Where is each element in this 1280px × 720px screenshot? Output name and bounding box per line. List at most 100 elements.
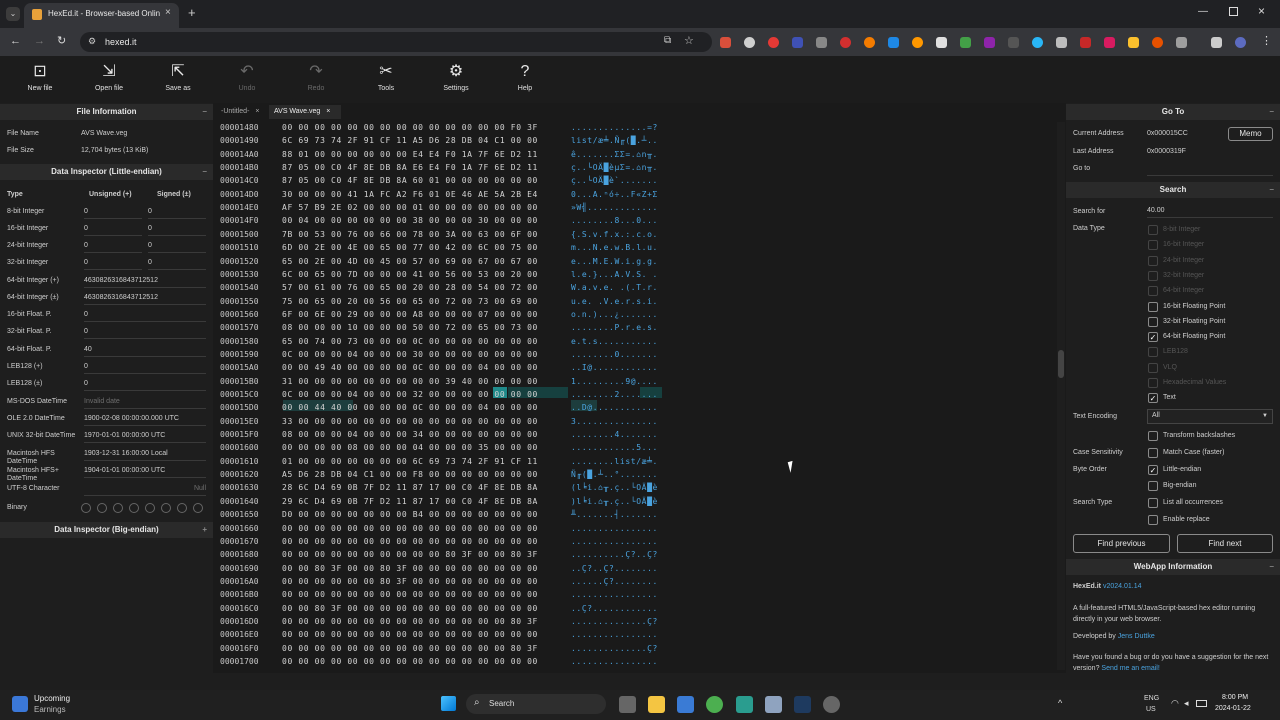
ascii-column[interactable]: l.e.}...A.V.S. . [571,270,658,283]
data-type-checkbox[interactable] [1148,362,1158,373]
forward-icon[interactable]: → [34,35,45,47]
hex-bytes[interactable]: 6D 00 2E 00 4E 00 65 00 77 00 42 00 6C 0… [282,243,538,252]
binary-bit-toggle[interactable] [129,503,139,513]
hex-row[interactable]: 000015D0 00 00 44 40 00 00 00 00 0C 00 00… [220,403,538,416]
app-icon[interactable] [736,696,753,713]
tab-close-icon[interactable]: × [255,108,259,115]
inspector-value-field[interactable]: 0 [84,361,206,374]
ascii-column[interactable]: 0...A.ⁿó÷..F«Z+Σ [571,190,658,203]
extension-icon[interactable] [1008,37,1019,48]
hex-row[interactable]: 00001610 01 00 00 00 00 00 00 00 6C 69 73… [220,457,538,470]
inspector-unsigned-field[interactable]: 0 [84,240,142,253]
inspector-value-field[interactable]: 1900-02-08 00:00:00.000 UTC [84,413,206,426]
data-type-checkbox[interactable] [1148,286,1158,297]
tab-close-icon[interactable]: × [326,108,330,115]
hex-row[interactable]: 00001600 00 00 00 00 08 00 00 00 04 00 00… [220,443,538,456]
hex-bytes[interactable]: 6C 00 65 00 7D 00 00 00 41 00 56 00 53 0… [282,270,538,279]
hex-bytes[interactable]: 29 6C D4 69 0B 7F D2 11 87 17 00 C0 4F 8… [282,497,538,506]
hex-row[interactable]: 00001510 6D 00 2E 00 4E 00 65 00 77 00 42… [220,243,538,256]
ascii-column[interactable]: ......Ç?........ [571,577,658,590]
ascii-column[interactable]: ................ [571,590,658,603]
inspector-value-field[interactable]: 0 [84,326,206,339]
inspector-signed-field[interactable]: 0 [148,206,206,219]
hex-row[interactable]: 00001580 65 00 74 00 73 00 00 00 0C 00 00… [220,337,538,350]
big-endian-checkbox[interactable] [1148,481,1158,491]
ascii-column[interactable]: ..Ç?..Ç?........ [571,564,658,577]
ascii-column[interactable]: ........2....... [571,390,658,403]
hex-row[interactable]: 00001540 57 00 61 00 76 00 65 00 20 00 28… [220,283,538,296]
undo-button[interactable]: ↶ Undo [217,62,277,92]
hex-bytes[interactable]: 00 00 00 00 00 00 00 00 00 00 00 00 00 0… [282,617,538,626]
volume-icon[interactable]: ◂ [1184,698,1189,709]
hex-row[interactable]: 00001500 7B 00 53 00 76 00 66 00 78 00 3A… [220,230,538,243]
hex-row[interactable]: 000014B0 87 05 00 C0 4F 8E DB 8A E6 E4 F0… [220,163,538,176]
hex-bytes[interactable]: 01 00 00 00 00 00 00 00 6C 69 73 74 2F 9… [282,457,538,466]
close-window-icon[interactable]: × [1258,4,1265,18]
tray-chevron-icon[interactable]: ^ [1058,698,1062,708]
url-field[interactable]: ⚙ hexed.it ⧉ ☆ [80,32,712,52]
memo-button[interactable]: Memo [1228,127,1273,141]
ascii-column[interactable]: ..............Ç? [571,617,658,630]
extension-icon[interactable] [1032,37,1043,48]
goto-input[interactable] [1147,163,1273,176]
match-case-checkbox[interactable] [1148,448,1158,458]
site-info-icon[interactable]: ⚙ [88,36,96,47]
binary-bit-toggle[interactable] [161,503,171,513]
inspector-unsigned-field[interactable]: 0 [84,257,142,270]
extensions-puzzle-icon[interactable] [1176,37,1187,48]
data-type-checkbox[interactable]: ✓ [1148,393,1158,404]
task-view-icon[interactable] [619,696,636,713]
hex-bytes[interactable]: 6C 69 73 74 2F 91 CF 11 A5 D6 28 DB 04 C… [282,136,538,145]
hex-row[interactable]: 00001620 A5 D6 28 DB 04 C1 00 00 F8 00 00… [220,470,538,483]
data-type-checkbox[interactable] [1148,347,1158,358]
inspector-value-field[interactable]: 0 [84,378,206,391]
hex-row[interactable]: 00001680 00 00 00 00 00 00 00 00 00 00 80… [220,550,538,563]
settings-button[interactable]: ⚙ Settings [426,62,486,92]
hex-bytes[interactable]: 00 00 00 00 08 00 00 00 04 00 00 00 35 0… [282,443,538,452]
binary-bit-toggle[interactable] [145,503,155,513]
extension-icon[interactable] [1152,37,1163,48]
tab-untitled[interactable]: -Untitled- × [216,105,268,119]
hex-bytes[interactable]: 28 6C D4 69 0B 7F D2 11 87 17 00 C0 4F 8… [282,483,538,492]
hex-bytes[interactable]: 00 00 00 00 00 00 00 00 00 00 80 3F 00 0… [282,550,538,559]
hex-bytes[interactable]: 7B 00 53 00 76 00 66 00 78 00 3A 00 63 0… [282,230,538,239]
ascii-column[interactable]: ..I@............ [571,363,658,376]
hex-row[interactable]: 000014A0 88 01 00 00 00 00 00 00 E4 E4 F0… [220,150,538,163]
find-next-button[interactable]: Find next [1177,534,1273,553]
hex-row[interactable]: 000016D0 00 00 00 00 00 00 00 00 00 00 00… [220,617,538,630]
email-link[interactable]: Send me an email! [1101,665,1159,672]
ascii-column[interactable]: ........0....... [571,350,658,363]
inspector-value-field[interactable]: 40 [84,344,206,357]
inspector-unsigned-field[interactable]: 0 [84,223,142,236]
profile-avatar[interactable] [1235,37,1246,48]
inspector-value-field[interactable]: Invalid date [84,396,206,409]
hex-row[interactable]: 00001690 00 00 80 3F 00 00 80 3F 00 00 00… [220,564,538,577]
binary-bit-toggle[interactable] [177,503,187,513]
webapp-info-header[interactable]: WebApp Information – [1066,559,1280,575]
hex-row[interactable]: 00001520 65 00 2E 00 4D 00 45 00 57 00 69… [220,257,538,270]
ascii-column[interactable]: {.S.v.f.x.:.c.o. [571,230,658,243]
ascii-column[interactable]: )l╘i.⌂╥.ç..└OÄ█è [571,497,658,510]
ascii-column[interactable]: 3............... [571,417,658,430]
binary-bit-toggle[interactable] [113,503,123,513]
extension-icon[interactable] [888,37,899,48]
vegas-icon[interactable] [794,696,811,713]
hex-row[interactable]: 00001490 6C 69 73 74 2F 91 CF 11 A5 D6 28… [220,136,538,149]
data-type-checkbox[interactable]: ✓ [1148,332,1158,343]
data-type-checkbox[interactable] [1148,240,1158,251]
hex-bytes[interactable]: AF 57 B9 2E 02 00 00 00 01 00 00 00 00 0… [282,203,538,212]
browser-menu-icon[interactable]: ⋮ [1261,34,1272,47]
hex-row[interactable]: 00001570 08 00 00 00 10 00 00 00 50 00 72… [220,323,538,336]
collapse-icon[interactable]: – [1270,182,1274,198]
data-type-checkbox[interactable] [1148,301,1158,312]
hex-row[interactable]: 00001560 6F 00 6E 00 29 00 00 00 A8 00 00… [220,310,538,323]
list-all-checkbox[interactable] [1148,498,1158,508]
extension-icon[interactable] [912,37,923,48]
hex-row[interactable]: 00001630 28 6C D4 69 0B 7F D2 11 87 17 00… [220,483,538,496]
hex-row[interactable]: 000015B0 31 00 00 00 00 00 00 00 00 00 39… [220,377,538,390]
hex-bytes[interactable]: 00 00 00 00 00 00 00 00 00 00 00 00 00 0… [282,537,538,546]
extension-icon[interactable] [1104,37,1115,48]
collapse-icon[interactable]: – [1270,559,1274,575]
collapse-icon[interactable]: – [1270,104,1274,120]
clock-time[interactable]: 8:00 PM [1222,694,1248,701]
